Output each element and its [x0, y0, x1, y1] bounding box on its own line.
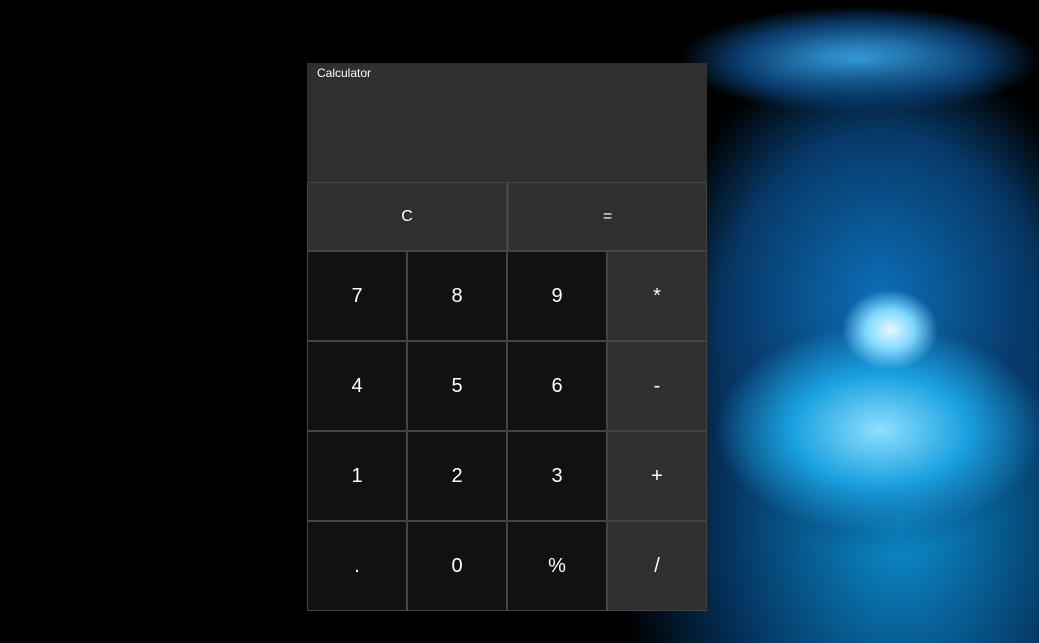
equals-button[interactable]: = — [509, 183, 706, 250]
window-title: Calculator — [317, 66, 372, 80]
key-0[interactable]: 0 — [408, 522, 506, 610]
key-5[interactable]: 5 — [408, 342, 506, 430]
keypad: C = 7 8 9 * 4 5 6- 1 2 3 +. 0% / — [307, 182, 707, 611]
key-minus[interactable]: - — [608, 342, 706, 430]
clear-button[interactable]: C — [308, 183, 506, 250]
key-1[interactable]: 1 — [308, 432, 406, 520]
key-plus[interactable]: + — [608, 432, 706, 520]
key-9[interactable]: 9 — [508, 252, 606, 340]
key-4[interactable]: 4 — [308, 342, 406, 430]
key-divide[interactable]: / — [608, 522, 706, 610]
key-3[interactable]: 3 — [508, 432, 606, 520]
key-2[interactable]: 2 — [408, 432, 506, 520]
key-7[interactable]: 7 — [308, 252, 406, 340]
key-percent[interactable]: % — [508, 522, 606, 610]
calculator-display: Calculator — [307, 63, 707, 182]
key-multiply[interactable]: * — [608, 252, 706, 340]
key-decimal[interactable]: . — [308, 522, 406, 610]
calculator-window: Calculator C = 7 8 9 * 4 5 6- 1 2 3 +. 0% / — [307, 63, 707, 611]
key-6[interactable]: 6 — [508, 342, 606, 430]
key-8[interactable]: 8 — [408, 252, 506, 340]
